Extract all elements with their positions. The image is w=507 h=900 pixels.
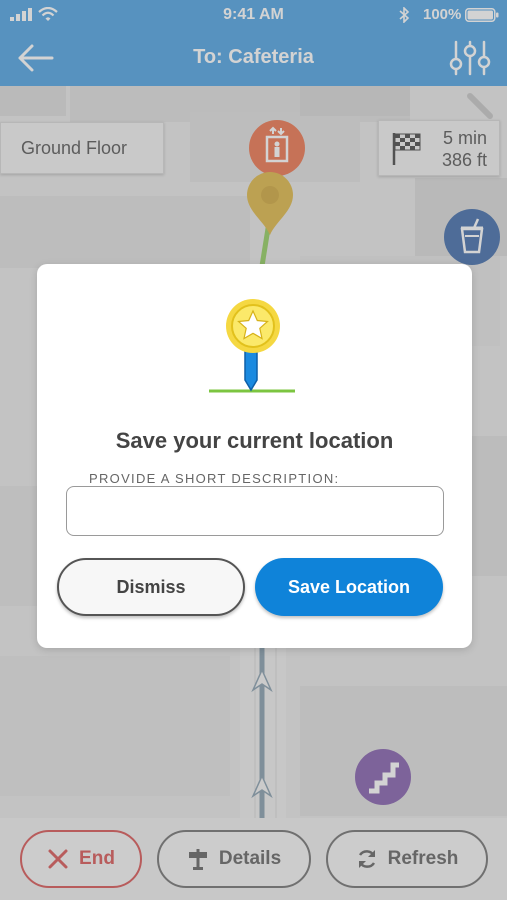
dialog-heading: Save your current location xyxy=(115,428,394,453)
star-location-pin-icon xyxy=(209,299,295,393)
save-location-button[interactable]: Save Location xyxy=(255,558,443,616)
description-input[interactable] xyxy=(67,487,443,535)
description-field[interactable] xyxy=(66,486,444,536)
dismiss-button[interactable]: Dismiss xyxy=(57,558,245,616)
save-location-dialog: Save your current location PROVIDE A SHO… xyxy=(37,264,472,648)
description-field-label: PROVIDE A SHORT DESCRIPTION: xyxy=(83,471,346,486)
